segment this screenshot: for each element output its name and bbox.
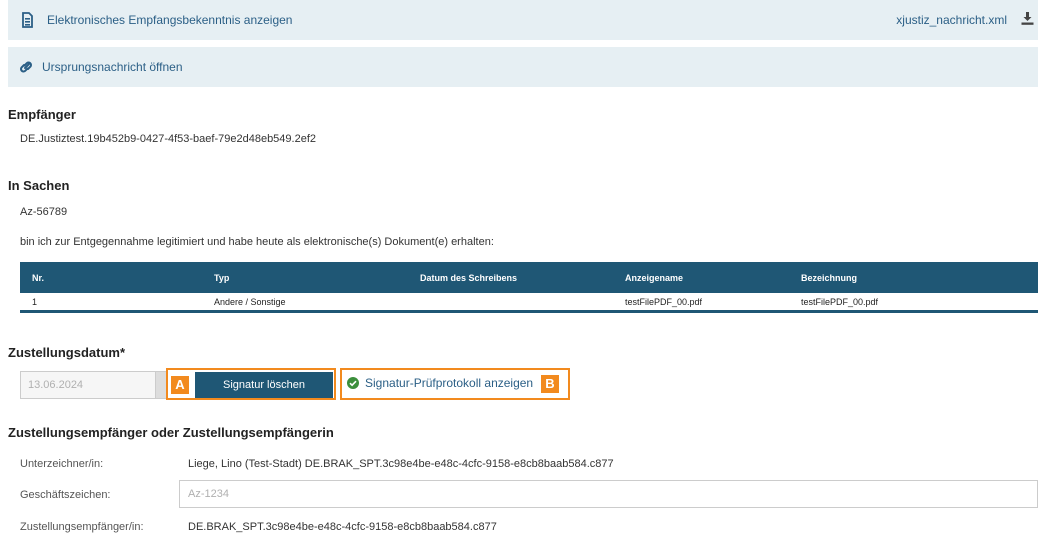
cell-anzeigename[interactable]: testFilePDF_00.pdf	[625, 293, 801, 313]
recipient-heading: Empfänger	[8, 107, 76, 122]
column-header-datum: Datum des Schreibens	[420, 262, 625, 293]
delivery-date-input[interactable]: 13.06.2024	[20, 371, 167, 399]
reference-label: Geschäftszeichen:	[20, 489, 111, 501]
signature-protocol-label[interactable]: Signatur-Prüfprotokoll anzeigen	[365, 376, 533, 390]
origin-message-link[interactable]: Ursprungsnachricht öffnen	[42, 60, 183, 74]
annotation-tag-b: B	[541, 375, 559, 393]
reference-input[interactable]: Az-1234	[179, 480, 1038, 508]
recipient-id-value: DE.BRAK_SPT.3c98e4be-e48c-4cfc-9158-e8cb…	[188, 521, 497, 533]
receipt-bar: Elektronisches Empfangsbekenntnis anzeig…	[8, 0, 1038, 40]
cell-typ: Andere / Sonstige	[214, 293, 420, 313]
cell-datum	[420, 293, 625, 313]
column-header-typ: Typ	[214, 262, 420, 293]
signer-value: Liege, Lino (Test-Stadt) DE.BRAK_SPT.3c9…	[188, 458, 614, 470]
link-icon	[18, 59, 34, 75]
case-heading: In Sachen	[8, 178, 70, 193]
receipt-link[interactable]: Elektronisches Empfangsbekenntnis anzeig…	[47, 13, 292, 27]
xml-file-link[interactable]: xjustiz_nachricht.xml	[896, 13, 1007, 27]
document-icon	[20, 12, 34, 28]
column-header-nr: Nr.	[20, 262, 214, 293]
download-icon[interactable]	[1021, 12, 1034, 25]
delivery-date-heading: Zustellungsdatum*	[8, 345, 126, 360]
recipient-value: DE.Justiztest.19b452b9-0427-4f53-baef-79…	[20, 133, 317, 145]
delete-signature-button[interactable]: Signatur löschen	[195, 372, 333, 398]
case-number: Az-56789	[20, 206, 68, 218]
receipt-statement: bin ich zur Entgegennahme legitimiert un…	[20, 236, 494, 248]
documents-table: Nr. Typ Datum des Schreibens Anzeigename…	[20, 262, 1038, 313]
check-circle-icon	[347, 377, 359, 389]
column-header-anzeigename: Anzeigename	[625, 262, 801, 293]
cell-bezeichnung: testFilePDF_00.pdf	[801, 293, 1038, 313]
table-row: 1 Andere / Sonstige testFilePDF_00.pdf t…	[20, 293, 1038, 313]
delivery-recipient-heading: Zustellungsempfänger oder Zustellungsemp…	[8, 425, 334, 440]
origin-bar: Ursprungsnachricht öffnen	[8, 47, 1038, 87]
signature-protocol-link[interactable]: Signatur-Prüfprotokoll anzeigen	[347, 376, 533, 390]
recipient-id-label: Zustellungsempfänger/in:	[20, 521, 144, 533]
cell-nr: 1	[20, 293, 214, 313]
annotation-tag-a: A	[171, 376, 189, 394]
table-header-row: Nr. Typ Datum des Schreibens Anzeigename…	[20, 262, 1038, 293]
column-header-bezeichnung: Bezeichnung	[801, 262, 1038, 293]
signer-label: Unterzeichner/in:	[20, 458, 104, 470]
